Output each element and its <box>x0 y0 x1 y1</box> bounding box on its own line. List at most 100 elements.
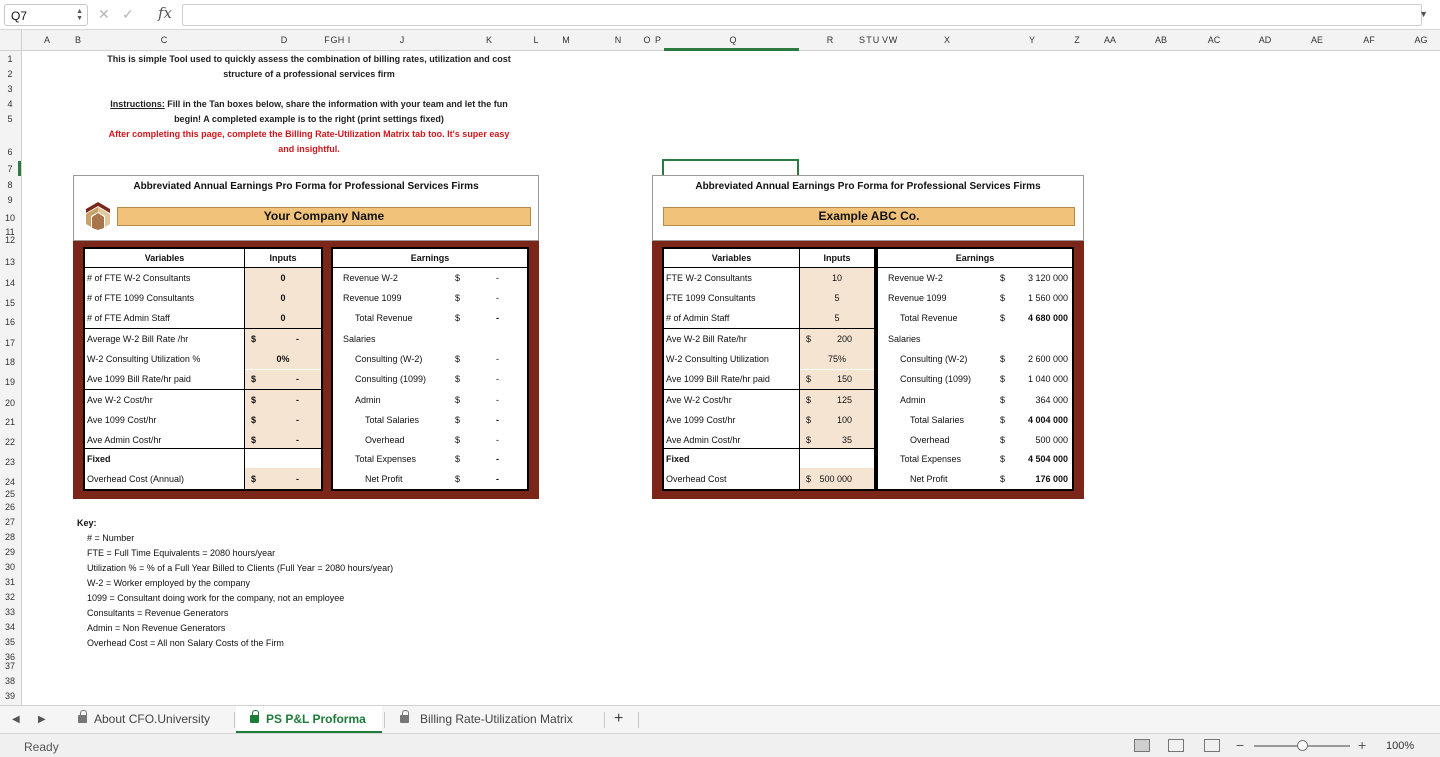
row-header-35[interactable]: 35 <box>0 637 20 647</box>
column-header-p[interactable]: P <box>655 35 661 45</box>
row-header-22[interactable]: 22 <box>0 437 20 447</box>
select-all-corner[interactable] <box>0 30 22 51</box>
input-cell[interactable]: 75% <box>800 349 874 369</box>
column-header-r[interactable]: R <box>827 35 834 45</box>
row-header-4[interactable]: 4 <box>0 99 20 109</box>
confirm-icon[interactable]: ✓ <box>122 6 134 23</box>
prev-sheet-icon[interactable]: ◀ <box>12 714 20 725</box>
tab-about-cfo-university[interactable]: About CFO.University <box>76 706 232 733</box>
column-header-f[interactable]: F <box>324 35 330 45</box>
input-cell[interactable]: 0 <box>245 268 321 288</box>
input-cell[interactable]: 0 <box>245 308 321 328</box>
row-header-28[interactable]: 28 <box>0 532 20 542</box>
zoom-out-button[interactable]: − <box>1236 737 1244 753</box>
row-header-5[interactable]: 5 <box>0 114 20 124</box>
column-header-ae[interactable]: AE <box>1311 35 1323 45</box>
row-header-37[interactable]: 37 <box>0 661 20 671</box>
column-header-s[interactable]: S <box>859 35 865 45</box>
column-header-o[interactable]: O <box>643 35 650 45</box>
row-header-7[interactable]: 7 <box>0 164 20 174</box>
row-header-13[interactable]: 13 <box>0 257 20 267</box>
input-cell[interactable]: $200 <box>800 329 874 349</box>
company-name-field[interactable]: Your Company Name <box>117 207 531 226</box>
column-header-y[interactable]: Y <box>1029 35 1035 45</box>
row-header-23[interactable]: 23 <box>0 457 20 467</box>
row-header-33[interactable]: 33 <box>0 607 20 617</box>
normal-view-icon[interactable] <box>1134 739 1150 752</box>
input-cell[interactable]: 5 <box>800 288 874 308</box>
add-sheet-button[interactable]: + <box>614 710 623 728</box>
tab-ps-pl-proforma[interactable]: PS P&L Proforma <box>236 706 382 733</box>
column-header-h[interactable]: H <box>338 35 345 45</box>
column-header-af[interactable]: AF <box>1363 35 1375 45</box>
row-header-8[interactable]: 8 <box>0 180 20 190</box>
input-cell[interactable]: 0% <box>245 349 321 369</box>
column-header-m[interactable]: M <box>562 35 570 45</box>
column-header-l[interactable]: L <box>533 35 538 45</box>
column-header-i[interactable]: I <box>348 35 351 45</box>
row-header-9[interactable]: 9 <box>0 195 20 205</box>
column-header-q[interactable]: Q <box>729 35 736 45</box>
input-cell[interactable]: $100 <box>800 410 874 430</box>
column-header-u[interactable]: U <box>873 35 880 45</box>
row-header-19[interactable]: 19 <box>0 377 20 387</box>
row-header-30[interactable]: 30 <box>0 562 20 572</box>
formula-input[interactable] <box>182 4 1422 26</box>
row-header-31[interactable]: 31 <box>0 577 20 587</box>
column-header-k[interactable]: K <box>486 35 492 45</box>
input-cell[interactable]: $ - <box>245 369 321 389</box>
column-header-z[interactable]: Z <box>1074 35 1080 45</box>
input-cell[interactable]: $ - <box>245 390 321 410</box>
row-header-2[interactable]: 2 <box>0 69 20 79</box>
row-header-32[interactable]: 32 <box>0 592 20 602</box>
column-header-t[interactable]: T <box>866 35 872 45</box>
input-cell[interactable]: 0 <box>245 288 321 308</box>
row-header-14[interactable]: 14 <box>0 278 20 288</box>
input-cell[interactable]: $125 <box>800 390 874 410</box>
row-header-25[interactable]: 25 <box>0 489 20 499</box>
row-header-29[interactable]: 29 <box>0 547 20 557</box>
zoom-in-button[interactable]: + <box>1358 737 1366 753</box>
function-icon[interactable]: fx <box>158 4 172 22</box>
name-box[interactable]: Q7 ▲ ▼ <box>4 4 88 26</box>
name-box-stepper-icon[interactable]: ▲ ▼ <box>76 8 83 22</box>
column-header-c[interactable]: C <box>161 35 168 45</box>
row-header-27[interactable]: 27 <box>0 517 20 527</box>
row-header-26[interactable]: 26 <box>0 502 20 512</box>
row-header-15[interactable]: 15 <box>0 298 20 308</box>
row-header-39[interactable]: 39 <box>0 691 20 701</box>
row-header-20[interactable]: 20 <box>0 398 20 408</box>
column-header-g[interactable]: G <box>330 35 337 45</box>
page-break-view-icon[interactable] <box>1204 739 1220 752</box>
input-cell[interactable]: $ - <box>245 469 321 489</box>
column-header-ab[interactable]: AB <box>1155 35 1167 45</box>
column-header-v[interactable]: V <box>882 35 888 45</box>
row-header-10[interactable]: 10 <box>0 213 20 223</box>
row-header-18[interactable]: 18 <box>0 357 20 367</box>
column-header-ag[interactable]: AG <box>1414 35 1427 45</box>
tab-billing-rate-utilization-matrix[interactable]: Billing Rate-Utilization Matrix <box>398 706 604 733</box>
column-header-n[interactable]: N <box>615 35 622 45</box>
row-header-6[interactable]: 6 <box>0 147 20 157</box>
column-header-d[interactable]: D <box>281 35 288 45</box>
column-header-b[interactable]: B <box>75 35 81 45</box>
row-header-24[interactable]: 24 <box>0 477 20 487</box>
column-header-aa[interactable]: AA <box>1104 35 1116 45</box>
column-header-x[interactable]: X <box>944 35 950 45</box>
row-header-16[interactable]: 16 <box>0 317 20 327</box>
input-cell[interactable] <box>800 449 874 469</box>
input-cell[interactable]: 10 <box>800 268 874 288</box>
next-sheet-icon[interactable]: ▶ <box>38 714 46 725</box>
column-header-a[interactable]: A <box>44 35 50 45</box>
column-header-ad[interactable]: AD <box>1259 35 1272 45</box>
zoom-slider-handle[interactable] <box>1297 740 1308 751</box>
input-cell[interactable]: $ - <box>245 329 321 349</box>
input-cell[interactable]: $150 <box>800 369 874 389</box>
input-cell[interactable]: $35 <box>800 430 874 450</box>
row-header-17[interactable]: 17 <box>0 338 20 348</box>
input-cell[interactable]: $ - <box>245 410 321 430</box>
row-header-34[interactable]: 34 <box>0 622 20 632</box>
page-layout-view-icon[interactable] <box>1168 739 1184 752</box>
column-header-ac[interactable]: AC <box>1208 35 1221 45</box>
row-header-3[interactable]: 3 <box>0 84 20 94</box>
